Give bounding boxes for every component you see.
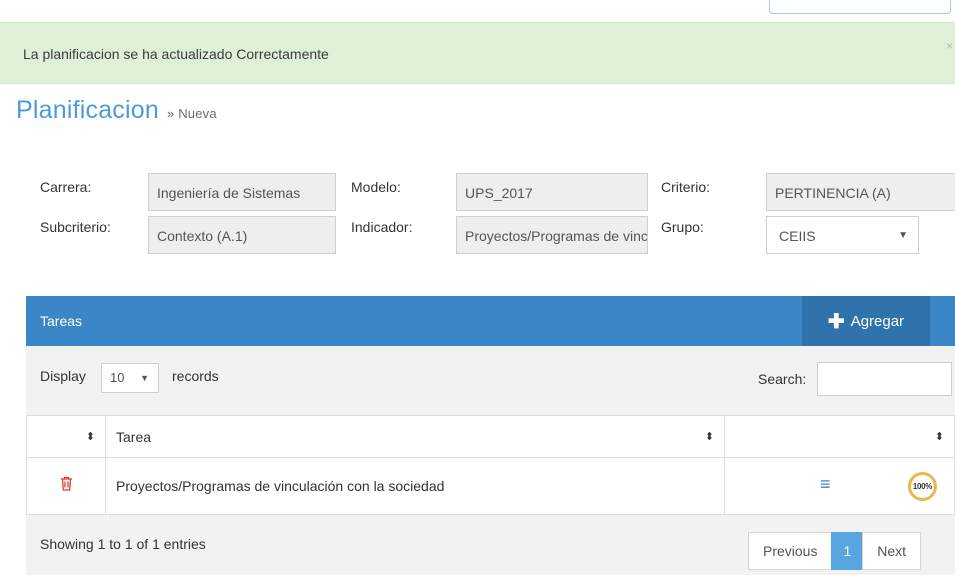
- list-icon[interactable]: ≡: [820, 474, 831, 495]
- delete-cell: [26, 457, 106, 515]
- next-button[interactable]: Next: [862, 532, 922, 570]
- plus-icon: ✚: [827, 310, 845, 333]
- grupo-value: CEIIS: [779, 228, 816, 244]
- criterio-label: Criterio:: [661, 179, 711, 195]
- sort-icon: ⬍: [704, 431, 714, 443]
- column-header-tarea[interactable]: Tarea ⬍: [105, 415, 725, 458]
- add-button-label: Agregar: [850, 312, 905, 330]
- subcriterio-label: Subcriterio:: [40, 219, 111, 235]
- previous-button[interactable]: Previous: [748, 532, 833, 570]
- grupo-label: Grupo:: [661, 219, 704, 235]
- top-input[interactable]: [769, 0, 951, 14]
- column-header-label: Tarea: [116, 428, 152, 445]
- page-length-select[interactable]: 10 ▼: [101, 363, 159, 393]
- close-icon[interactable]: ×: [946, 39, 953, 53]
- grupo-select[interactable]: CEIIS ▼: [766, 216, 919, 254]
- page-title-text: Planificacion: [16, 96, 159, 124]
- tasks-table: ⬍ Tarea ⬍ ⬍ Proyectos/Programas de vincul…: [26, 415, 955, 515]
- indicador-label: Indicador:: [351, 219, 413, 235]
- sort-icon: ⬍: [85, 431, 95, 443]
- table-row: Proyectos/Programas de vinculación con l…: [26, 457, 955, 515]
- criterio-field[interactable]: PERTINENCIA (A): [766, 173, 955, 211]
- display-label: Display: [40, 368, 86, 384]
- alert-message: La planificacion se ha actualizado Corre…: [23, 46, 329, 62]
- page-title: Planificacion » Nueva: [16, 96, 217, 125]
- add-task-button[interactable]: ✚ Agregar: [802, 296, 930, 346]
- progress-ring: 100%: [908, 472, 937, 501]
- column-header-actions[interactable]: ⬍: [26, 415, 106, 458]
- table-header-row: ⬍ Tarea ⬍ ⬍: [26, 415, 955, 458]
- carrera-label: Carrera:: [40, 179, 92, 195]
- status-cell: ≡ 100%: [724, 457, 955, 515]
- page-button-1[interactable]: 1: [831, 532, 864, 570]
- indicador-field[interactable]: Proyectos/Programas de vinculación con l…: [456, 216, 648, 254]
- tarea-cell: Proyectos/Programas de vinculación con l…: [105, 457, 725, 515]
- column-header-status[interactable]: ⬍: [724, 415, 955, 458]
- tareas-panel-header: Tareas ✚ Agregar: [26, 296, 955, 346]
- tareas-panel-body: Display 10 ▼ records Search: ⬍ Tarea ⬍ ⬍ …: [26, 346, 955, 575]
- sort-icon: ⬍: [934, 431, 944, 443]
- subcriterio-field[interactable]: Contexto (A.1): [148, 216, 336, 254]
- trash-icon[interactable]: [37, 476, 95, 496]
- chevron-down-icon: ▼: [140, 373, 149, 383]
- top-bar: [0, 0, 955, 22]
- carrera-field[interactable]: Ingeniería de Sistemas: [148, 173, 336, 211]
- table-info: Showing 1 to 1 of 1 entries: [40, 536, 206, 552]
- page-length-value: 10: [110, 370, 125, 385]
- pagination: Previous 1 Next: [748, 532, 922, 570]
- page-subtitle: » Nueva: [166, 106, 217, 121]
- modelo-label: Modelo:: [351, 179, 401, 195]
- success-alert: La planificacion se ha actualizado Corre…: [0, 22, 955, 84]
- panel-title: Tareas: [40, 313, 83, 329]
- search-label: Search:: [758, 371, 807, 387]
- search-input[interactable]: [817, 362, 952, 396]
- records-label: records: [172, 368, 219, 384]
- modelo-field[interactable]: UPS_2017: [456, 173, 648, 211]
- chevron-down-icon: ▼: [898, 230, 908, 241]
